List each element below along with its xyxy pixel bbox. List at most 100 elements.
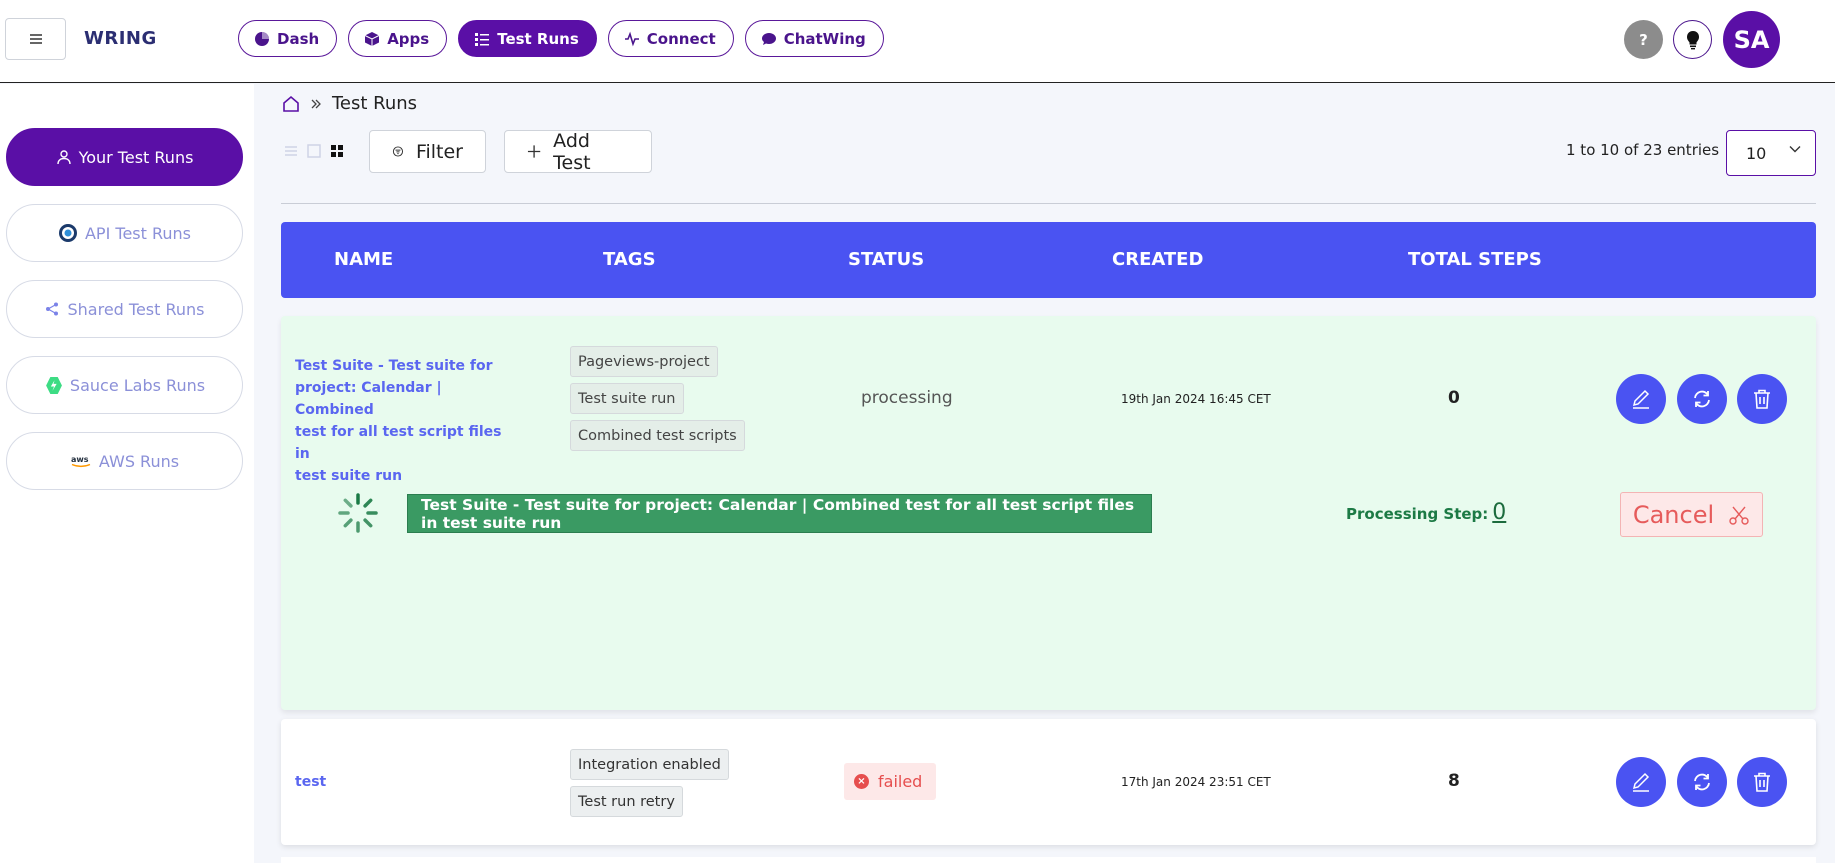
nav-dash[interactable]: Dash xyxy=(238,20,338,57)
page-size-value: 10 xyxy=(1746,143,1767,163)
sidebar-item-label: Shared Test Runs xyxy=(67,299,205,319)
scissors-icon xyxy=(1729,506,1749,525)
pie-chart-icon xyxy=(255,31,269,46)
filter-button[interactable]: Filter xyxy=(369,130,486,173)
nav-label: Apps xyxy=(387,29,430,48)
edit-button[interactable] xyxy=(1616,757,1666,807)
loading-spinner-icon xyxy=(338,493,378,533)
sidebar-item-label: AWS Runs xyxy=(98,451,180,471)
saucelabs-icon xyxy=(46,376,62,394)
trash-icon xyxy=(1754,389,1770,409)
sidebar-item-api-test-runs[interactable]: API Test Runs xyxy=(6,204,243,262)
divider xyxy=(281,203,1816,204)
sidebar-item-label: API Test Runs xyxy=(84,223,191,243)
sidebar-item-shared-test-runs[interactable]: Shared Test Runs xyxy=(6,280,243,338)
nav-test-runs[interactable]: Test Runs xyxy=(458,20,597,57)
column-header-tags: TAGS xyxy=(603,249,656,270)
user-avatar[interactable]: SA xyxy=(1723,11,1780,68)
page-size-select[interactable]: 10 xyxy=(1726,130,1816,176)
created-date: 19th Jan 2024 16:45 CET xyxy=(1121,392,1271,406)
edit-button[interactable] xyxy=(1616,374,1666,424)
test-run-name-link[interactable]: test xyxy=(295,771,326,793)
status-processing: processing xyxy=(861,388,953,408)
cancel-label: Cancel xyxy=(1632,500,1715,529)
cancel-button[interactable]: Cancel xyxy=(1620,492,1763,537)
hamburger-icon xyxy=(29,34,42,44)
tag-badge: Integration enabled xyxy=(570,749,729,780)
sidebar-item-your-test-runs[interactable]: Your Test Runs xyxy=(6,128,243,186)
main-nav: Dash Apps Test Runs Connect ChatWing xyxy=(238,20,884,57)
table-header: NAME TAGS STATUS CREATED TOTAL STEPS xyxy=(281,222,1816,298)
nav-label: Test Runs xyxy=(497,29,579,48)
plus-icon xyxy=(527,145,541,158)
list-view-icon[interactable] xyxy=(283,143,299,159)
filter-label: Filter xyxy=(415,140,463,163)
status-badge-failed: × failed xyxy=(844,763,937,800)
total-steps: 8 xyxy=(1448,771,1460,791)
help-button[interactable]: ? xyxy=(1624,20,1663,59)
processing-step: Processing Step: 0 xyxy=(1346,500,1506,525)
table-row: Test Suite - Test suite for project: Cal… xyxy=(281,316,1816,710)
add-test-button[interactable]: Add Test xyxy=(504,130,652,174)
lightbulb-icon xyxy=(1686,30,1699,49)
list-icon xyxy=(475,32,490,46)
sidebar: Your Test Runs API Test Runs Shared Test… xyxy=(0,84,254,863)
aws-icon: aws xyxy=(71,455,91,468)
nav-label: Connect xyxy=(646,29,716,48)
trash-icon xyxy=(1754,772,1770,792)
rerun-button[interactable] xyxy=(1677,374,1727,424)
menu-button[interactable] xyxy=(5,18,66,60)
column-header-name: NAME xyxy=(334,249,394,270)
nav-connect[interactable]: Connect xyxy=(607,20,734,57)
processing-step-label: Processing Step: xyxy=(1346,505,1489,523)
processing-step-value[interactable]: 0 xyxy=(1492,500,1506,525)
created-date: 17th Jan 2024 23:51 CET xyxy=(1121,775,1271,789)
nav-label: Dash xyxy=(277,29,320,48)
test-run-name-link[interactable]: Test Suite - Test suite for project: Cal… xyxy=(295,355,515,487)
chevron-double-right-icon xyxy=(311,99,321,108)
help-icon: ? xyxy=(1639,30,1648,49)
column-header-total-steps: TOTAL STEPS xyxy=(1408,249,1542,270)
chat-bubble-icon xyxy=(761,32,776,45)
table-row xyxy=(281,857,1816,863)
filter-icon xyxy=(392,146,404,157)
refresh-icon xyxy=(1694,390,1710,408)
share-icon xyxy=(46,302,59,316)
total-steps: 0 xyxy=(1448,388,1460,408)
delete-button[interactable] xyxy=(1737,757,1787,807)
api-globe-icon xyxy=(58,224,77,242)
processing-banner: Test Suite - Test suite for project: Cal… xyxy=(407,494,1152,533)
brand-logo[interactable]: WRING xyxy=(84,28,157,49)
tips-button[interactable] xyxy=(1673,20,1712,59)
sidebar-item-aws-runs[interactable]: aws AWS Runs xyxy=(6,432,243,490)
pencil-icon xyxy=(1632,772,1650,792)
table-view-icon[interactable] xyxy=(306,143,322,159)
table-row: test Integration enabled Test run retry … xyxy=(281,719,1816,845)
column-header-created: CREATED xyxy=(1112,249,1204,270)
delete-button[interactable] xyxy=(1737,374,1787,424)
grid-view-icon[interactable] xyxy=(329,143,345,159)
pencil-icon xyxy=(1632,389,1650,409)
nav-apps[interactable]: Apps xyxy=(348,20,448,57)
pulse-icon xyxy=(624,31,639,46)
status-label: failed xyxy=(878,772,923,791)
breadcrumb: Test Runs xyxy=(282,93,417,114)
sidebar-item-label: Your Test Runs xyxy=(78,147,194,167)
sidebar-item-label: Sauce Labs Runs xyxy=(69,375,206,395)
nav-chatwing[interactable]: ChatWing xyxy=(744,20,884,57)
top-bar: WRING Dash Apps Test Runs Connect ChatWi… xyxy=(0,0,1835,83)
chevron-down-icon xyxy=(1789,146,1801,153)
sidebar-item-sauce-labs-runs[interactable]: Sauce Labs Runs xyxy=(6,356,243,414)
view-toggles xyxy=(283,143,345,159)
rerun-button[interactable] xyxy=(1677,757,1727,807)
user-icon xyxy=(56,150,71,165)
nav-label: ChatWing xyxy=(783,29,866,48)
tag-badge: Test suite run xyxy=(570,383,684,414)
home-icon[interactable] xyxy=(282,95,300,113)
entries-count: 1 to 10 of 23 entries xyxy=(1566,141,1720,159)
tag-badge: Test run retry xyxy=(570,786,683,817)
tag-badge: Pageviews-project xyxy=(570,346,718,377)
breadcrumb-current: Test Runs xyxy=(332,93,418,114)
cube-icon xyxy=(364,31,380,46)
refresh-icon xyxy=(1694,773,1710,791)
